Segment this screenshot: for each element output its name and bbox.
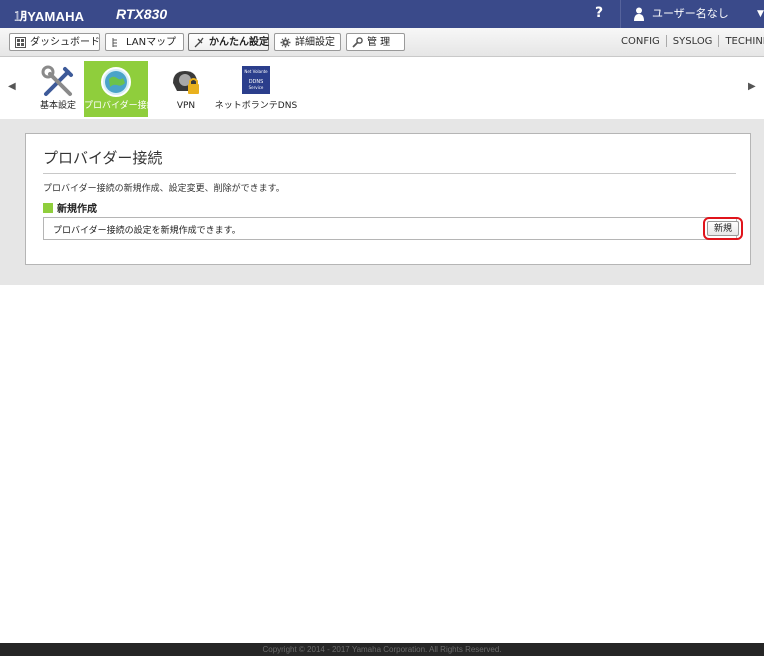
main-content: プロバイダー接続 プロバイダー接続の新規作成、設定変更、削除ができます。 新規作… [0,119,764,285]
ddns-badge-top: Net Volante [244,69,268,74]
tab-lan-map-label: LANマップ [126,37,177,48]
yamaha-logo: ㋀YAMAHA [14,9,85,24]
feature-provider-connection-label: プロバイダー接続 [84,101,156,111]
provider-connection-panel: プロバイダー接続 プロバイダー接続の新規作成、設定変更、削除ができます。 新規作… [25,133,751,265]
section-title: 新規作成 [57,204,97,215]
page-description: プロバイダー接続の新規作成、設定変更、削除ができます。 [43,184,285,194]
gear-icon [280,37,291,48]
feature-basic-settings[interactable]: 基本設定 [33,61,83,117]
lan-map-icon [112,38,117,47]
dashboard-icon [15,37,26,48]
tab-dashboard[interactable]: ダッシュボード [9,33,100,51]
feature-vpn-label: VPN [176,101,196,111]
model-name: RTX830 [116,6,168,22]
user-icon [634,7,644,21]
top-bar: ㋀YAMAHA RTX830 ? ユーザー名なし ▼ [0,0,764,28]
tab-management-label: 管 理 [367,37,391,48]
tab-easy-setup-label: かんたん設定 [209,37,269,48]
user-menu[interactable]: ユーザー名なし ▼ [620,0,764,28]
user-name: ユーザー名なし [652,7,729,20]
globe-icon [101,67,131,97]
tab-advanced-settings-label: 詳細設定 [295,37,335,48]
section-marker [43,203,53,213]
ddns-icon: Net Volante DDNS Service [242,66,270,94]
vpn-lock-icon [173,71,199,94]
tab-dashboard-label: ダッシュボード [30,37,100,48]
config-link[interactable]: CONFIG [621,36,660,47]
link-divider [718,35,720,47]
techinfo-link[interactable]: TECHINFO [725,36,764,47]
tab-lan-map[interactable]: LANマップ [105,33,184,51]
feature-basic-settings-label: 基本設定 [39,101,76,111]
easy-setup-icon [194,37,204,48]
tab-easy-setup[interactable]: かんたん設定 [188,33,269,51]
syslog-link[interactable]: SYSLOG [673,36,713,47]
tab-management[interactable]: 管 理 [346,33,405,51]
link-divider [665,35,667,47]
scroll-right-icon[interactable]: ▶ [748,81,756,92]
feature-netvolante-dns[interactable]: Net Volante DDNS Service ネットボランテDNS [214,61,298,117]
section-header-new: 新規作成 [43,200,97,215]
title-divider [43,173,736,174]
header-links: CONFIG SYSLOG TECHINFO [621,28,764,56]
main-tab-bar: ダッシュボード LANマップ かんたん設定 詳細設定 管 理 CONFIG SYS… [0,28,764,57]
footer-copyright: Copyright © 2014 - 2017 Yamaha Corporati… [0,643,764,656]
feature-icon-strip: ◀ 基本設定 プロバイダー接続 VPN Net Volante DDNS Ser… [0,57,764,119]
wrench-icon [352,37,363,48]
new-button[interactable]: 新規 [703,217,743,240]
feature-netvolante-dns-label: ネットボランテDNS [214,101,298,111]
feature-provider-connection[interactable]: プロバイダー接続 [84,61,156,117]
page-title: プロバイダー接続 [43,149,163,167]
tab-advanced-settings[interactable]: 詳細設定 [274,33,341,51]
new-creation-row: プロバイダー接続の設定を新規作成できます。 新規 [43,217,743,240]
new-creation-description: プロバイダー接続の設定を新規作成できます。 [53,226,241,236]
help-icon[interactable]: ? [595,5,603,21]
scroll-left-icon[interactable]: ◀ [8,81,16,92]
feature-vpn[interactable]: VPN [164,61,208,117]
chevron-down-icon: ▼ [757,9,764,19]
tools-icon [41,65,73,96]
ddns-badge-bottom: Service [249,85,264,90]
